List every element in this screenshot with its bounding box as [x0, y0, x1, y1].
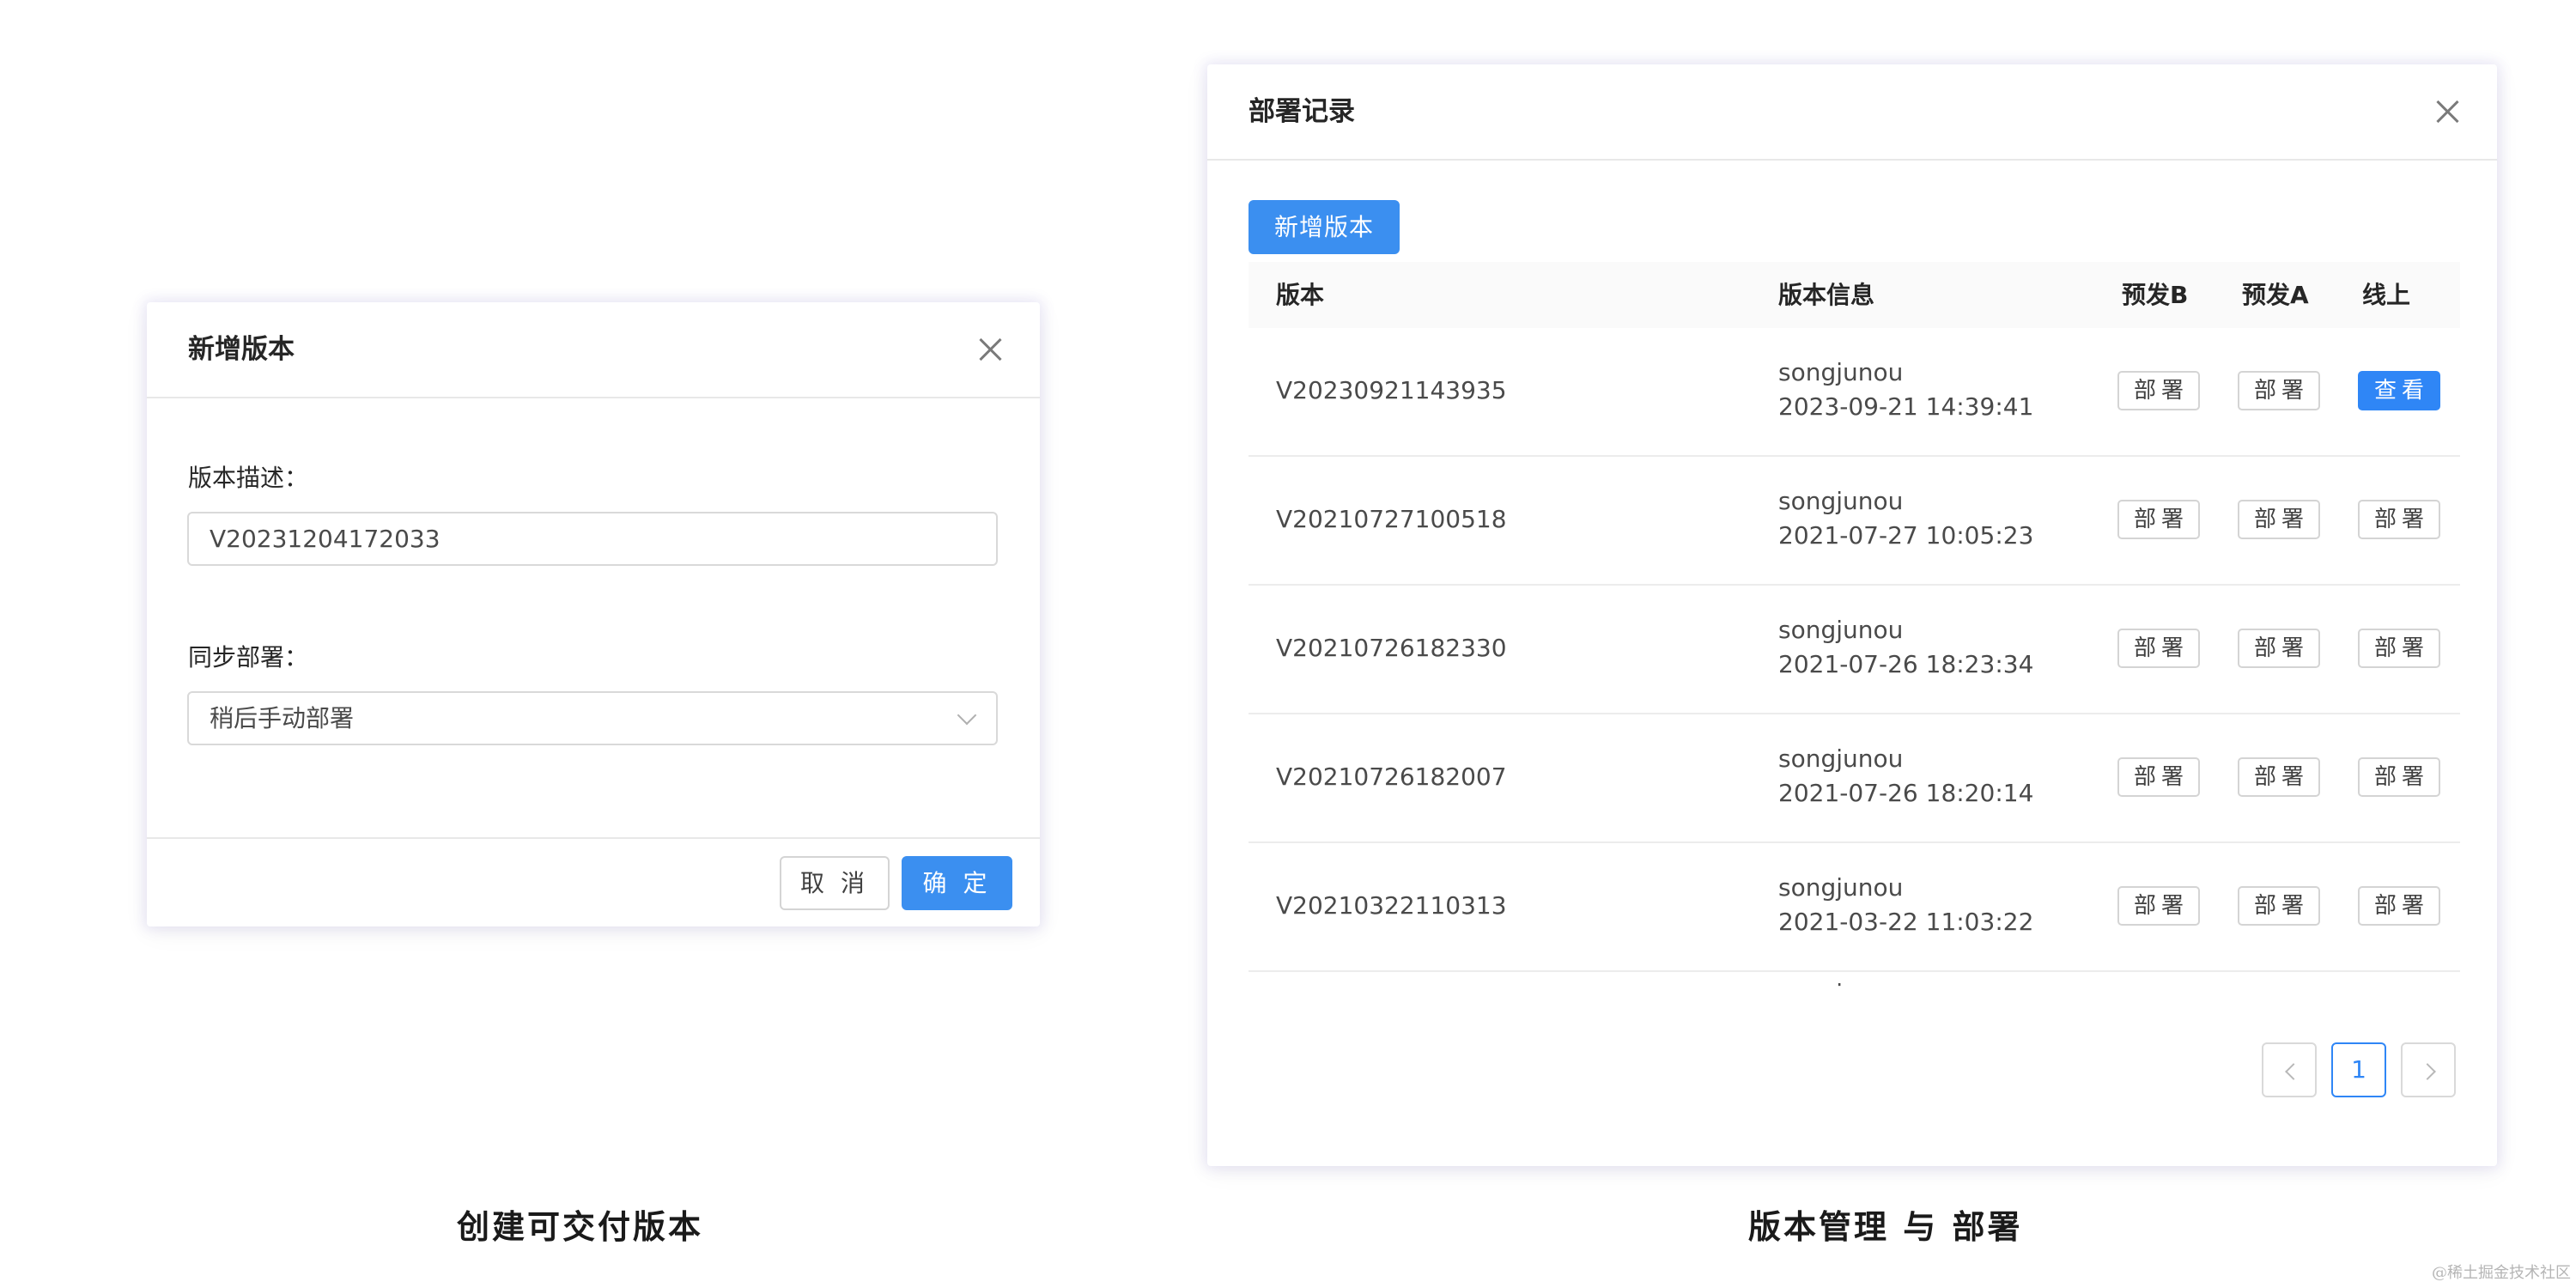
column-header-pre-b: 预发B	[2122, 281, 2189, 309]
dialog-title: 部署记录	[1249, 96, 1355, 127]
dialog-footer: 取 消 确 定	[147, 837, 1040, 927]
deploy-online-button[interactable]: 部署	[2358, 629, 2440, 668]
deploy-records-dialog: 部署记录 新增版本 版本 版本信息 预发B 预发A 线上 V2023092114…	[1207, 64, 2497, 1166]
version-info-cell: songjunou 2021-07-26 18:23:34	[1778, 613, 2033, 682]
pagination-page-1[interactable]: 1	[2331, 1042, 2386, 1097]
deploy-pre-a-button[interactable]: 部署	[2238, 886, 2320, 926]
sync-deploy-select[interactable]: 稍后手动部署	[187, 691, 998, 745]
info-user: songjunou	[1778, 616, 1904, 644]
dialog-title: 新增版本	[188, 334, 295, 365]
table-row: V20230921143935 songjunou 2023-09-21 14:…	[1249, 326, 2460, 457]
version-cell: V20230921143935	[1276, 376, 1507, 404]
deploy-pre-a-button[interactable]: 部署	[2238, 757, 2320, 797]
close-icon[interactable]	[2428, 93, 2466, 131]
table-header: 版本 版本信息 预发B 预发A 线上	[1249, 262, 2460, 328]
deploy-pre-a-button[interactable]: 部署	[2238, 629, 2320, 668]
chevron-right-icon	[2419, 1063, 2436, 1080]
chevron-down-icon	[957, 705, 977, 726]
version-cell: V20210726182007	[1276, 762, 1507, 791]
table-row: V20210322110313 songjunou 2021-03-22 11:…	[1249, 841, 2460, 972]
column-header-version: 版本	[1276, 281, 1325, 309]
version-info-cell: songjunou 2021-03-22 11:03:22	[1778, 871, 2033, 939]
deploy-pre-a-button[interactable]: 部署	[2238, 371, 2320, 410]
add-version-button[interactable]: 新增版本	[1249, 200, 1400, 254]
deploy-online-button[interactable]: 部署	[2358, 500, 2440, 539]
pagination-prev-button[interactable]	[2262, 1042, 2317, 1097]
deploy-online-button[interactable]: 部署	[2358, 757, 2440, 797]
caption-right: 版本管理 与 部署	[1748, 1208, 2023, 1246]
column-header-info: 版本信息	[1778, 281, 1875, 309]
info-user: songjunou	[1778, 744, 1904, 773]
info-time: 2021-07-27 10:05:23	[1778, 521, 2034, 550]
deploy-online-button[interactable]: 部署	[2358, 886, 2440, 926]
view-online-button[interactable]: 查看	[2358, 371, 2440, 410]
version-description-input[interactable]: V20231204172033	[187, 512, 998, 566]
create-version-dialog: 新增版本 版本描述： V20231204172033 同步部署： 稍后手动部署 …	[147, 302, 1040, 927]
version-info-cell: songjunou 2021-07-26 18:20:14	[1778, 742, 2033, 811]
info-time: 2021-07-26 18:23:34	[1778, 650, 2034, 678]
sync-deploy-label: 同步部署：	[188, 643, 309, 671]
dialog-header: 新增版本	[147, 302, 1040, 398]
table-row: V20210727100518 songjunou 2021-07-27 10:…	[1249, 455, 2460, 586]
chevron-left-icon	[2285, 1063, 2302, 1080]
version-info-cell: songjunou 2021-07-27 10:05:23	[1778, 484, 2033, 553]
caption-left: 创建可交付版本	[457, 1208, 704, 1246]
info-user: songjunou	[1778, 873, 1904, 902]
deploy-pre-b-button[interactable]: 部署	[2117, 371, 2200, 410]
description-label: 版本描述：	[188, 464, 309, 492]
info-time: 2023-09-21 14:39:41	[1778, 392, 2034, 421]
table-row: V20210726182330 songjunou 2021-07-26 18:…	[1249, 584, 2460, 714]
version-cell: V20210322110313	[1276, 891, 1507, 920]
dialog-header: 部署记录	[1207, 64, 2497, 161]
deploy-pre-b-button[interactable]: 部署	[2117, 629, 2200, 668]
table-row: V20210726182007 songjunou 2021-07-26 18:…	[1249, 713, 2460, 843]
version-info-cell: songjunou 2023-09-21 14:39:41	[1778, 355, 2033, 424]
close-icon[interactable]	[971, 331, 1009, 368]
pagination-next-button[interactable]	[2401, 1042, 2456, 1097]
cancel-button[interactable]: 取 消	[780, 856, 890, 910]
version-cell: V20210727100518	[1276, 505, 1507, 533]
info-user: songjunou	[1778, 487, 1904, 515]
deploy-pre-a-button[interactable]: 部署	[2238, 500, 2320, 539]
column-header-pre-a: 预发A	[2242, 281, 2309, 309]
info-time: 2021-07-26 18:20:14	[1778, 779, 2034, 807]
info-user: songjunou	[1778, 358, 1904, 386]
watermark: @稀土掘金技术社区	[2432, 1264, 2571, 1282]
version-cell: V20210726182330	[1276, 634, 1507, 662]
confirm-button[interactable]: 确 定	[902, 856, 1012, 910]
sync-deploy-value: 稍后手动部署	[210, 704, 355, 732]
info-time: 2021-03-22 11:03:22	[1778, 908, 2034, 936]
deploy-pre-b-button[interactable]: 部署	[2117, 886, 2200, 926]
table-row-partial: songjunou	[1249, 970, 2460, 987]
info-user: songjunou	[1778, 979, 1903, 987]
deploy-pre-b-button[interactable]: 部署	[2117, 757, 2200, 797]
column-header-online: 线上	[2362, 281, 2411, 309]
deploy-pre-b-button[interactable]: 部署	[2117, 500, 2200, 539]
